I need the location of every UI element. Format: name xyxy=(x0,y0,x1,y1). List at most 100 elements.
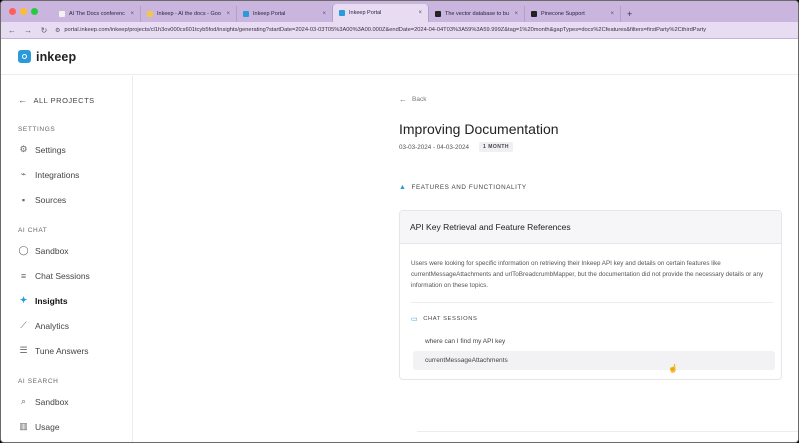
plug-icon: ⌁ xyxy=(20,169,27,179)
trend-icon: ⟋ xyxy=(20,320,27,330)
search-icon: ⌕ xyxy=(20,396,27,406)
main-content: ← Back Improving Documentation 03-03-202… xyxy=(134,76,798,442)
chat-session-row[interactable]: where can I find my API key xyxy=(413,332,775,351)
site-settings-icon[interactable]: ⚙ xyxy=(55,27,60,34)
tab-title: The vector database to buil xyxy=(445,11,510,17)
address-bar[interactable]: ⚙ portal.inkeep.com/inkeep/projects/cl1h… xyxy=(55,27,798,34)
sidebar-item-insights[interactable]: ✦ Insights xyxy=(18,295,68,306)
tab-title: Pinecone Support xyxy=(541,11,585,17)
sidebar-item-search-sandbox[interactable]: ⌕ Sandbox xyxy=(18,396,69,407)
browser-tabs: AI The Docs conference × Inkeep - AI the d… xyxy=(53,4,798,22)
close-tab-icon[interactable]: × xyxy=(226,11,230,17)
sidebar-item-chat-sandbox[interactable]: ◯ Sandbox xyxy=(18,245,69,256)
sidebar: ← ALL PROJECTS SETTINGS ⚙ Settings ⌁ Int… xyxy=(1,76,133,442)
chat-sessions-heading: ▭ CHAT SESSIONS xyxy=(411,315,478,323)
insight-description: Users were looking for specific informat… xyxy=(411,260,764,289)
browser-tab[interactable]: AI The Docs conference × xyxy=(53,6,141,22)
browser-tab[interactable]: Inkeep Portal × xyxy=(333,4,429,22)
all-projects-label: ALL PROJECTS xyxy=(33,95,95,105)
date-range: 03-03-2024 - 04-03-2024 xyxy=(399,143,470,151)
insight-card-title: API Key Retrieval and Feature References xyxy=(400,211,781,244)
sidebar-item-label: Sources xyxy=(35,194,67,205)
sidebar-item-chat-sessions[interactable]: ≡ Chat Sessions xyxy=(18,270,90,281)
close-tab-icon[interactable]: × xyxy=(514,11,518,17)
divider xyxy=(417,431,798,432)
close-tab-icon[interactable]: × xyxy=(130,11,134,17)
tab-title: Inkeep - AI the docs - Goog xyxy=(157,11,222,17)
chat-sessions-label: CHAT SESSIONS xyxy=(423,316,478,322)
section-settings-title: SETTINGS xyxy=(18,126,56,133)
sidebar-item-usage[interactable]: ▥ Usage xyxy=(18,421,60,432)
divider xyxy=(411,302,773,303)
sidebar-item-label: Chat Sessions xyxy=(35,270,90,281)
favicon-icon xyxy=(59,11,65,17)
favicon-icon xyxy=(531,11,537,17)
sidebar-item-label: Integrations xyxy=(35,169,80,180)
section-ai-search-title: AI SEARCH xyxy=(18,378,59,385)
logo-text[interactable]: inkeep xyxy=(36,50,76,64)
mouse-cursor-icon: ☝ xyxy=(668,364,678,373)
url-text: portal.inkeep.com/inkeep/projects/cl1h3o… xyxy=(64,27,707,33)
page-title: Improving Documentation xyxy=(399,121,559,137)
close-window-button[interactable] xyxy=(9,8,16,15)
sidebar-item-analytics[interactable]: ⟋ Analytics xyxy=(18,320,69,331)
close-tab-icon[interactable]: × xyxy=(418,10,422,16)
bar-chart-icon: ▥ xyxy=(19,421,28,431)
period-badge: 1 MONTH xyxy=(479,142,514,152)
sidebar-item-label: Analytics xyxy=(35,320,70,331)
forward-arrow-icon[interactable]: → xyxy=(23,26,33,35)
arrow-left-icon: ← xyxy=(399,95,407,104)
section-ai-chat-title: AI CHAT xyxy=(18,227,48,234)
wand-icon: ✦ xyxy=(19,295,28,305)
chat-session-row[interactable]: currentMessageAttachments xyxy=(413,351,775,370)
sidebar-item-label: Sandbox xyxy=(35,396,69,407)
browser-tab[interactable]: Inkeep - AI the docs - Goog × xyxy=(141,6,237,22)
close-tab-icon[interactable]: × xyxy=(610,11,614,17)
browser-window: AI The Docs conference × Inkeep - AI the d… xyxy=(0,0,799,443)
browser-toolbar: ← → ↻ ⚙ portal.inkeep.com/inkeep/project… xyxy=(1,22,798,39)
triangle-icon: ▲ xyxy=(399,184,407,191)
tab-title: Inkeep Portal xyxy=(349,10,382,16)
section-heading: ▲ FEATURES AND FUNCTIONALITY xyxy=(399,184,527,191)
favicon-icon xyxy=(243,11,249,17)
favicon-icon xyxy=(435,11,441,17)
reload-icon[interactable]: ↻ xyxy=(39,26,49,35)
sidebar-item-label: Sandbox xyxy=(35,245,69,256)
insight-card: API Key Retrieval and Feature References… xyxy=(399,210,782,380)
sidebar-item-settings[interactable]: ⚙ Settings xyxy=(18,144,66,155)
browser-tab[interactable]: Pinecone Support × xyxy=(525,6,621,22)
all-projects-link[interactable]: ← ALL PROJECTS xyxy=(18,95,95,105)
arrow-left-icon: ← xyxy=(18,95,28,105)
chat-icon: ▭ xyxy=(411,316,419,323)
tab-title: AI The Docs conference xyxy=(69,11,126,17)
chat-bubble-icon: ◯ xyxy=(18,245,29,255)
sidebar-item-integrations[interactable]: ⌁ Integrations xyxy=(18,169,80,180)
minimize-window-button[interactable] xyxy=(20,8,27,15)
sidebar-item-sources[interactable]: ▪ Sources xyxy=(18,194,66,205)
date-row: 03-03-2024 - 04-03-2024 1 MONTH xyxy=(399,142,514,152)
back-link[interactable]: ← Back xyxy=(399,95,426,104)
gear-icon: ⚙ xyxy=(19,144,28,154)
back-label: Back xyxy=(412,96,427,103)
close-tab-icon[interactable]: × xyxy=(322,11,326,17)
browser-tab[interactable]: Inkeep Portal × xyxy=(237,6,333,22)
section-heading-label: FEATURES AND FUNCTIONALITY xyxy=(411,184,527,191)
back-arrow-icon[interactable]: ← xyxy=(7,26,17,35)
new-tab-button[interactable]: + xyxy=(621,6,638,22)
list-icon: ≡ xyxy=(20,270,27,281)
tab-title: Inkeep Portal xyxy=(253,11,286,17)
sidebar-item-label: Settings xyxy=(35,144,66,155)
sidebar-item-label: Insights xyxy=(35,295,68,306)
favicon-icon xyxy=(339,10,345,16)
tab-strip: AI The Docs conference × Inkeep - AI the d… xyxy=(1,1,798,22)
inkeep-logo-icon[interactable] xyxy=(18,50,31,63)
sidebar-item-label: Tune Answers xyxy=(35,345,89,356)
sliders-icon: ☰ xyxy=(19,345,28,355)
favicon-icon xyxy=(147,11,153,17)
maximize-window-button[interactable] xyxy=(31,8,38,15)
sidebar-item-tune-answers[interactable]: ☰ Tune Answers xyxy=(18,345,89,356)
app-header: inkeep xyxy=(1,39,798,75)
browser-tab[interactable]: The vector database to buil × xyxy=(429,6,525,22)
database-icon: ▪ xyxy=(21,194,26,205)
sidebar-item-label: Usage xyxy=(35,421,60,432)
